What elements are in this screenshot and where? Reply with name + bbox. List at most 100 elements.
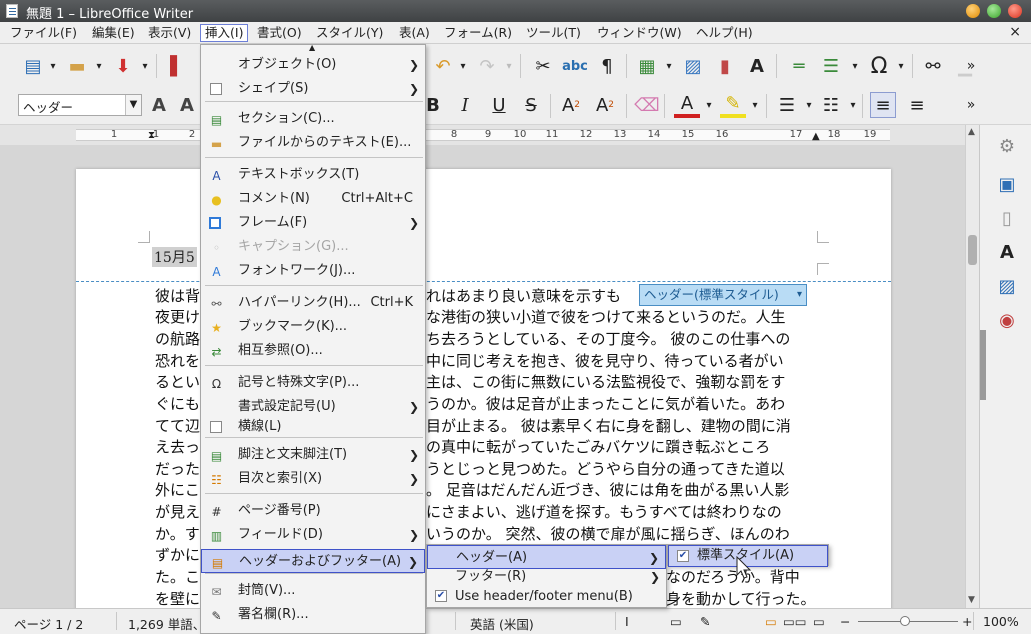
insert-image-icon[interactable]: ▨ xyxy=(680,53,706,79)
chevron-down-icon[interactable]: ▼ xyxy=(125,95,141,115)
menu-help[interactable]: ヘルプ(H) xyxy=(692,24,757,42)
right-indent-marker-icon[interactable]: ▲ xyxy=(812,131,820,142)
align-center-icon[interactable]: ≡ xyxy=(904,92,930,118)
table-dropdown-icon[interactable]: ▾ xyxy=(664,53,674,79)
indent-marker-icon[interactable]: ⧗ xyxy=(148,130,155,141)
paragraph-style-select[interactable]: ヘッダー ▼ xyxy=(18,94,142,116)
menu-insert[interactable]: 挿入(I) xyxy=(200,24,249,42)
menu-format[interactable]: 書式(O) xyxy=(253,24,306,42)
bullet-list-icon[interactable]: ☰ xyxy=(774,92,800,118)
save-dropdown-icon[interactable]: ▾ xyxy=(140,53,150,79)
menu-edit[interactable]: 編集(E) xyxy=(88,24,139,42)
numbered-list-icon[interactable]: ☷ xyxy=(818,92,844,118)
insert-menu-item[interactable]: # ページ番号(P) xyxy=(201,499,425,523)
insert-menu-item[interactable]: ● コメント(N) Ctrl+Alt+C xyxy=(201,187,425,211)
page-icon[interactable]: ▯ xyxy=(994,205,1020,231)
insert-menu-item[interactable]: ✎ 署名欄(R)... xyxy=(201,603,425,627)
checkbox-icon[interactable]: ✔ xyxy=(435,590,447,602)
gear-icon[interactable]: ⚙ xyxy=(994,133,1020,159)
menu-file[interactable]: ファイル(F) xyxy=(6,24,81,42)
page-count[interactable]: ページ 1 / 2 xyxy=(14,614,83,633)
insert-menu-item[interactable]: ▤ セクション(C)... xyxy=(201,107,425,131)
insert-field-icon[interactable]: ☰ xyxy=(818,53,844,79)
zoom-slider-handle[interactable] xyxy=(900,616,910,626)
maximize-button[interactable] xyxy=(987,4,1001,18)
special-character-icon[interactable]: Ω xyxy=(866,53,892,79)
properties-icon[interactable]: ▣ xyxy=(994,171,1020,197)
insert-menu-item[interactable]: ⚯ ハイパーリンク(H)... Ctrl+K xyxy=(201,291,425,315)
subscript-icon[interactable]: A2 xyxy=(592,92,618,118)
toolbar-overflow-icon[interactable]: » xyxy=(958,92,984,118)
superscript-icon[interactable]: A2 xyxy=(558,92,584,118)
book-view-icon[interactable]: ▭ xyxy=(813,614,825,629)
scroll-up-icon[interactable]: ▲ xyxy=(968,127,975,137)
menu-tools[interactable]: ツール(T) xyxy=(522,24,585,42)
zoom-out-icon[interactable]: − xyxy=(840,614,850,629)
formatting-marks-icon[interactable]: ¶ xyxy=(594,53,620,79)
use-header-footer-menu-item[interactable]: ✔ Use header/footer menu(B) xyxy=(427,585,666,609)
insert-menu-item[interactable]: A フォントワーク(J)... xyxy=(201,259,425,283)
insert-menu-item[interactable]: ⇄ 相互参照(O)... xyxy=(201,339,425,363)
special-character-dropdown-icon[interactable]: ▾ xyxy=(896,53,906,79)
language-status[interactable]: 英語 (米国) xyxy=(470,614,534,633)
insert-menu-item[interactable]: Ω 記号と特殊文字(P)... xyxy=(201,371,425,395)
horizontal-ruler[interactable]: 1 1 2 8 9 10 11 12 13 14 15 16 17 18 19 … xyxy=(0,125,965,145)
multi-page-view-icon[interactable]: ▭▭ xyxy=(783,614,807,629)
header-style-tag[interactable]: ヘッダー(標準スタイル) ▾ xyxy=(639,284,807,306)
close-window-button[interactable] xyxy=(1008,4,1022,18)
align-left-icon[interactable]: ≡ xyxy=(870,92,896,118)
menu-view[interactable]: 表示(V) xyxy=(144,24,195,42)
bullet-dropdown-icon[interactable]: ▾ xyxy=(804,92,814,118)
menu-styles[interactable]: スタイル(Y) xyxy=(312,24,387,42)
checkbox-icon[interactable]: ✔ xyxy=(677,550,689,562)
save-icon[interactable]: ⬇ xyxy=(110,53,136,79)
vertical-scrollbar[interactable]: ▲ ▼ xyxy=(965,125,979,608)
insert-menu-item[interactable]: ▬ ファイルからのテキスト(E)... xyxy=(201,131,425,155)
navigator-icon[interactable]: ◉ xyxy=(994,307,1020,333)
undo-icon[interactable]: ↶ xyxy=(430,53,456,79)
find-replace-icon[interactable]: ✂ xyxy=(530,53,556,79)
menu-table[interactable]: 表(A) xyxy=(395,24,434,42)
word-count[interactable]: 1,269 単語、 xyxy=(128,614,205,633)
insert-textbox-icon[interactable]: A xyxy=(744,53,770,79)
insert-menu-item[interactable]: ◦ キャプション(G)... xyxy=(201,235,425,259)
numbered-dropdown-icon[interactable]: ▾ xyxy=(848,92,858,118)
spellcheck-icon[interactable]: abc xyxy=(562,53,588,79)
insert-menu-item[interactable]: オブジェクト(O) ❯ xyxy=(201,53,425,77)
insert-menu-item[interactable]: ▤ ヘッダーおよびフッター(A) ❯ xyxy=(201,549,425,573)
redo-icon[interactable]: ↷ xyxy=(474,53,500,79)
new-document-icon[interactable]: ▤ xyxy=(20,53,46,79)
insert-hyperlink-icon[interactable]: ⚯ xyxy=(920,53,946,79)
redo-dropdown-icon[interactable]: ▾ xyxy=(504,53,514,79)
insert-chart-icon[interactable]: ▮ xyxy=(712,53,738,79)
font-color-icon[interactable]: A xyxy=(674,92,700,118)
update-style-icon[interactable]: A xyxy=(146,92,172,118)
open-dropdown-icon[interactable]: ▾ xyxy=(94,53,104,79)
gallery-icon[interactable]: ▨ xyxy=(994,273,1020,299)
font-color-dropdown-icon[interactable]: ▾ xyxy=(704,92,714,118)
menu-window[interactable]: ウィンドウ(W) xyxy=(593,24,686,42)
insert-menu-item[interactable]: ☷ 目次と索引(X) ❯ xyxy=(201,467,425,491)
insert-menu-item[interactable]: A テキストボックス(T) xyxy=(201,163,425,187)
single-page-view-icon[interactable]: ▭ xyxy=(765,614,777,629)
selection-mode-icon[interactable]: ▭ xyxy=(670,614,682,629)
italic-icon[interactable]: I xyxy=(452,92,478,118)
insert-menu-item[interactable]: フレーム(F) ❯ xyxy=(201,211,425,235)
insert-menu-item[interactable]: ✉ 封筒(V)... xyxy=(201,579,425,603)
insert-menu-item[interactable]: シェイプ(S) ❯ xyxy=(201,77,425,101)
insert-menu-item[interactable]: ▤ 脚注と文末脚注(T) ❯ xyxy=(201,443,425,467)
zoom-level[interactable]: 100% xyxy=(983,614,1019,629)
underline-icon[interactable]: U xyxy=(486,92,512,118)
chevron-down-icon[interactable]: ▾ xyxy=(797,285,802,305)
undo-dropdown-icon[interactable]: ▾ xyxy=(458,53,468,79)
highlight-icon[interactable]: ✎ xyxy=(720,92,746,118)
insert-menu-item[interactable]: ▥ フィールド(D) ❯ xyxy=(201,523,425,547)
field-dropdown-icon[interactable]: ▾ xyxy=(850,53,860,79)
menu-scroll-up-icon[interactable]: ▲ xyxy=(309,43,315,52)
zoom-in-icon[interactable]: + xyxy=(962,614,972,629)
strikethrough-icon[interactable]: S xyxy=(518,92,544,118)
highlight-dropdown-icon[interactable]: ▾ xyxy=(750,92,760,118)
export-pdf-icon[interactable]: ▌ xyxy=(164,53,190,79)
insert-mode-icon[interactable]: I xyxy=(625,614,629,629)
minimize-button[interactable] xyxy=(966,4,980,18)
